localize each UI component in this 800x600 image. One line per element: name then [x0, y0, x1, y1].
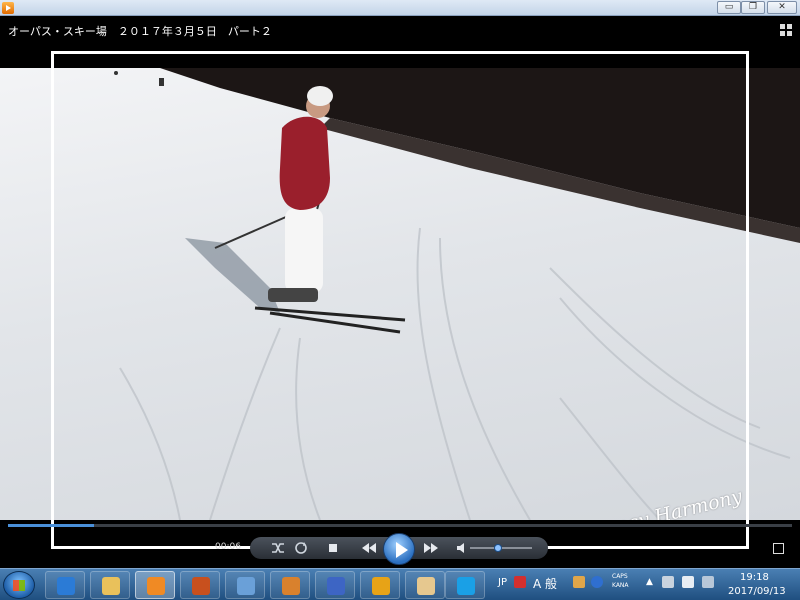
network-icon[interactable]: [702, 576, 714, 588]
taskbar-app-app-stats[interactable]: [315, 571, 355, 599]
media-app-2-icon: [192, 577, 210, 595]
clock-date[interactable]: 2017/09/13: [728, 586, 786, 597]
taskbar-app-file-explorer[interactable]: [90, 571, 130, 599]
minimize-button[interactable]: ▭: [717, 1, 741, 14]
current-time: 00:06: [215, 542, 241, 552]
help-icon[interactable]: [591, 576, 603, 588]
show-hidden-icons-icon[interactable]: ▲: [646, 577, 653, 587]
fit-to-window-icon[interactable]: [780, 24, 792, 36]
taskbar-app-app-paint[interactable]: [405, 571, 445, 599]
caps-indicator: CAPS: [612, 573, 628, 580]
internet-explorer-icon: [57, 577, 75, 595]
taskbar: [0, 568, 800, 600]
ime-mode[interactable]: A 般: [533, 575, 557, 592]
close-button[interactable]: ✕: [767, 1, 797, 14]
start-button[interactable]: [3, 571, 35, 599]
app-game-icon: [282, 577, 300, 595]
shuffle-icon[interactable]: [271, 541, 285, 555]
video-title: オーパス・スキー場 ２０１７年３月５日 パート２: [8, 25, 272, 38]
taskbar-app-internet-explorer[interactable]: [45, 571, 85, 599]
ime-pin-icon[interactable]: [514, 576, 526, 588]
skype-icon: [457, 577, 475, 595]
window-titlebar[interactable]: ▭ ❐ ✕: [0, 0, 800, 16]
app-paint-icon: [417, 577, 435, 595]
media-player: オーパス・スキー場 ２０１７年３月５日 パート２ 00:06: [0, 16, 800, 568]
restore-button[interactable]: ❐: [741, 1, 765, 14]
volume-tray-icon[interactable]: [662, 576, 674, 588]
fullscreen-icon[interactable]: [773, 543, 784, 554]
kana-indicator: KANA: [612, 582, 629, 589]
app-tools-icon: [237, 577, 255, 595]
app-headphones-icon: [372, 577, 390, 595]
file-explorer-icon: [102, 577, 120, 595]
video-frame[interactable]: Marriage Agency Harmony: [0, 68, 800, 520]
previous-icon[interactable]: [360, 541, 378, 555]
next-icon[interactable]: [422, 541, 440, 555]
play-button[interactable]: [383, 533, 415, 565]
media-player-app-icon[interactable]: [2, 2, 14, 14]
ime-language[interactable]: JP: [498, 577, 507, 588]
speaker-icon[interactable]: [455, 541, 469, 555]
repeat-icon[interactable]: [294, 541, 308, 555]
taskbar-app-app-game[interactable]: [270, 571, 310, 599]
volume-knob[interactable]: [493, 544, 502, 552]
seek-progress: [8, 524, 95, 527]
taskbar-app-app-headphones[interactable]: [360, 571, 400, 599]
ime-toolbox-icon[interactable]: [573, 576, 585, 588]
taskbar-app-app-tools[interactable]: [225, 571, 265, 599]
clock-time[interactable]: 19:18: [740, 572, 769, 583]
taskbar-app-skype[interactable]: [445, 571, 485, 599]
taskbar-app-media-player[interactable]: [135, 571, 175, 599]
ski-scene-image: [114, 68, 800, 520]
stop-icon[interactable]: [326, 541, 340, 555]
taskbar-app-media-app-2[interactable]: [180, 571, 220, 599]
seek-bar[interactable]: [8, 524, 792, 527]
action-center-flag-icon[interactable]: [682, 576, 694, 588]
app-stats-icon: [327, 577, 345, 595]
media-player-icon: [147, 577, 165, 595]
